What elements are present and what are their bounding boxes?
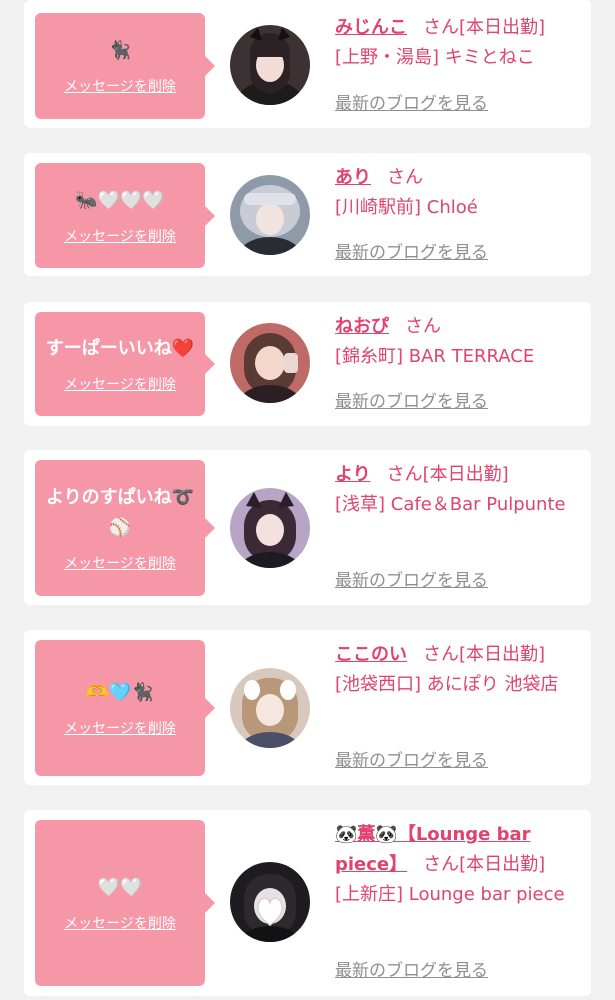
message-text: 🤍🤍 [97,877,143,898]
message-bubble: すーぱーいいね❤️ メッセージを削除 [35,312,215,416]
cast-name-link[interactable]: みじんこ [335,17,407,38]
cast-info: みじんこ さん[本日出勤] [上野・湯島] キミとねこ 最新のブログを見る [335,13,580,123]
cast-card: よりのすぱいね➰⚾️ メッセージを削除 より さん[本日出勤] [浅草] Cafe… [24,450,591,605]
message-text: 🐈‍⬛ [108,40,132,61]
cast-avatar[interactable] [230,862,310,942]
avatar-photo [230,488,310,568]
message-bubble: 🫶🩵🐈‍⬛ メッセージを削除 [35,640,215,776]
delete-message-link[interactable]: メッセージを削除 [64,553,176,573]
honorific: さん [405,316,441,337]
delete-message-link[interactable]: メッセージを削除 [64,76,176,96]
message-bubble: 🤍🤍 メッセージを削除 [35,820,215,986]
cast-info: ねおぴ さん [錦糸町] BAR TERRACE 最新のブログを見る [335,312,580,422]
cast-name-link[interactable]: より [335,464,371,485]
cast-card: 🤍🤍 メッセージを削除 🐼薫🐼【Lounge bar piece】 さん[本日出勤… [24,810,591,996]
shop-name: [上野・湯島] キミとねこ [335,47,535,68]
attendance-status: [本日出勤] [422,464,509,485]
avatar-photo [230,25,310,105]
favorite-cast-list: 🐈‍⬛ メッセージを削除 みじんこ さん[本日出勤] [上野・湯島] キミとねこ … [0,0,615,1000]
message-text: 🫶🩵🐈‍⬛ [86,682,154,703]
cast-info: 🐼薫🐼【Lounge bar piece】 さん[本日出勤] [上新庄] Loun… [335,820,580,992]
shop-name: [池袋西口] あにぽり 池袋店 [335,674,559,695]
honorific: さん [423,644,459,665]
cast-name-link[interactable]: あり [335,167,371,188]
message-bubble: 🐈‍⬛ メッセージを削除 [35,13,215,119]
cast-avatar[interactable] [230,323,310,403]
latest-blog-link[interactable]: 最新のブログを見る [335,746,488,776]
cast-info: あり さん [川崎駅前] Chloé 最新のブログを見る [335,163,580,273]
shop-name: [浅草] Cafe＆Bar Pulpunte [335,494,566,515]
cast-card: 🐈‍⬛ メッセージを削除 みじんこ さん[本日出勤] [上野・湯島] キミとねこ … [24,0,591,128]
avatar-photo [230,668,310,748]
honorific: さん [423,17,459,38]
shop-name: [錦糸町] BAR TERRACE [335,346,535,367]
cast-avatar[interactable] [230,488,310,568]
avatar-photo [230,862,310,942]
message-text: 🐜🤍🤍🤍 [75,189,165,211]
avatar-photo [230,175,310,255]
cast-avatar[interactable] [230,175,310,255]
message-text: よりのすぱいね➰⚾️ [45,487,195,538]
message-bubble: 🐜🤍🤍🤍 メッセージを削除 [35,163,215,268]
cast-card: 🫶🩵🐈‍⬛ メッセージを削除 ここのい さん[本日出勤] [池袋西口] あにぽり … [24,630,591,785]
latest-blog-link[interactable]: 最新のブログを見る [335,387,488,417]
honorific: さん [423,854,460,875]
latest-blog-link[interactable]: 最新のブログを見る [335,238,488,268]
delete-message-link[interactable]: メッセージを削除 [64,913,176,933]
cast-card: すーぱーいいね❤️ メッセージを削除 ねおぴ さん [錦糸町] BAR TERRA… [24,302,591,426]
message-bubble: よりのすぱいね➰⚾️ メッセージを削除 [35,460,215,596]
latest-blog-link[interactable]: 最新のブログを見る [335,566,488,596]
cast-name-link[interactable]: ねおぴ [335,316,389,337]
message-text: すーぱーいいね❤️ [45,338,195,359]
cast-info: ここのい さん[本日出勤] [池袋西口] あにぽり 池袋店 最新のブログを見る [335,640,580,780]
cast-info: より さん[本日出勤] [浅草] Cafe＆Bar Pulpunte 最新のブログ… [335,460,580,600]
cast-avatar[interactable] [230,25,310,105]
latest-blog-link[interactable]: 最新のブログを見る [335,89,488,119]
latest-blog-link[interactable]: 最新のブログを見る [335,956,488,986]
honorific: さん [386,464,423,485]
honorific: さん [387,167,423,188]
cast-name-link[interactable]: ここのい [335,644,407,665]
delete-message-link[interactable]: メッセージを削除 [64,226,176,246]
shop-name: [川崎駅前] Chloé [335,197,478,218]
cast-card: 🐜🤍🤍🤍 メッセージを削除 あり さん [川崎駅前] Chloé 最新のブログを見… [24,153,591,276]
avatar-photo [230,323,310,403]
attendance-status: [本日出勤] [459,854,546,875]
cast-avatar[interactable] [230,668,310,748]
shop-name: [上新庄] Lounge bar piece [335,884,565,905]
delete-message-link[interactable]: メッセージを削除 [64,374,176,394]
delete-message-link[interactable]: メッセージを削除 [64,718,176,738]
attendance-status: [本日出勤] [459,17,546,38]
attendance-status: [本日出勤] [459,644,546,665]
